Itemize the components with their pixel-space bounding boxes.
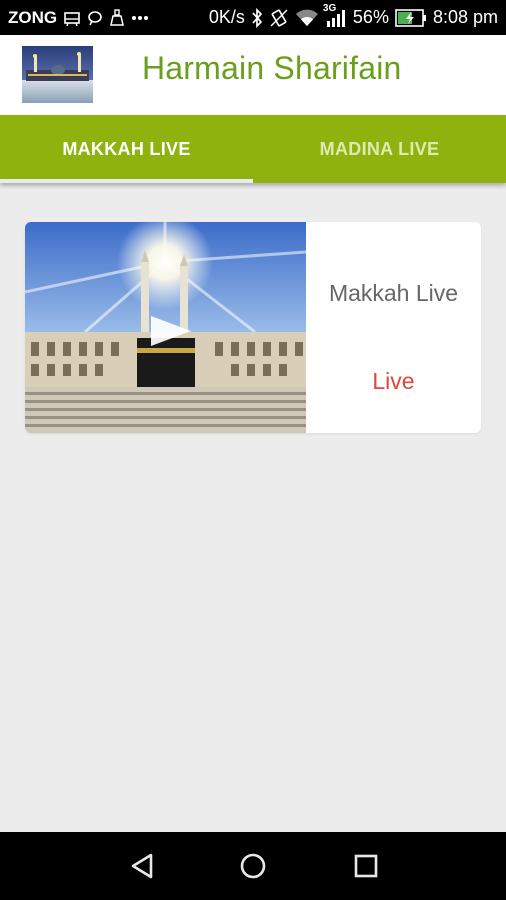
carrier-name: ZONG (8, 7, 58, 27)
battery-percent: 56% (352, 7, 389, 27)
app-logo (22, 46, 93, 103)
app-header: Harmain Sharifain (0, 35, 506, 115)
live-status-label: Live (372, 368, 415, 394)
battery-charging-icon (395, 8, 427, 27)
chat-icon (87, 10, 103, 26)
tab-madina-live-label: MADINA LIVE (319, 138, 440, 159)
bluetooth-icon (251, 7, 263, 28)
signal-icon: 3G (323, 3, 347, 27)
active-tab-indicator (0, 179, 253, 183)
tab-makkah-live[interactable]: MAKKAH LIVE (0, 115, 253, 183)
back-icon (131, 853, 153, 879)
clock-time: 8:08 pm (432, 7, 498, 27)
cleaner-icon (109, 9, 125, 26)
system-nav-bar (0, 832, 506, 900)
home-button[interactable] (237, 850, 269, 882)
more-notifications-icon (131, 15, 149, 21)
wifi-icon (295, 9, 319, 27)
sim-icon (63, 10, 81, 26)
app-title: Harmain Sharifain (142, 50, 402, 86)
vibrate-icon (269, 8, 289, 28)
tab-makkah-live-label: MAKKAH LIVE (62, 138, 191, 159)
tab-bar: MAKKAH LIVE MADINA LIVE (0, 115, 506, 183)
recents-button[interactable] (350, 850, 382, 882)
stream-thumbnail[interactable] (25, 222, 306, 433)
back-button[interactable] (126, 850, 158, 882)
stream-title: Makkah Live (328, 280, 459, 306)
recents-icon (354, 854, 378, 878)
makkah-live-card[interactable]: Makkah Live Live (25, 222, 481, 433)
status-bar: ZONG 0K/s 3G 56% 8:08 pm (0, 0, 506, 35)
network-type: 3G (322, 2, 337, 14)
tab-madina-live[interactable]: MADINA LIVE (253, 115, 506, 183)
net-speed: 0K/s (208, 7, 245, 27)
home-icon (240, 853, 266, 879)
